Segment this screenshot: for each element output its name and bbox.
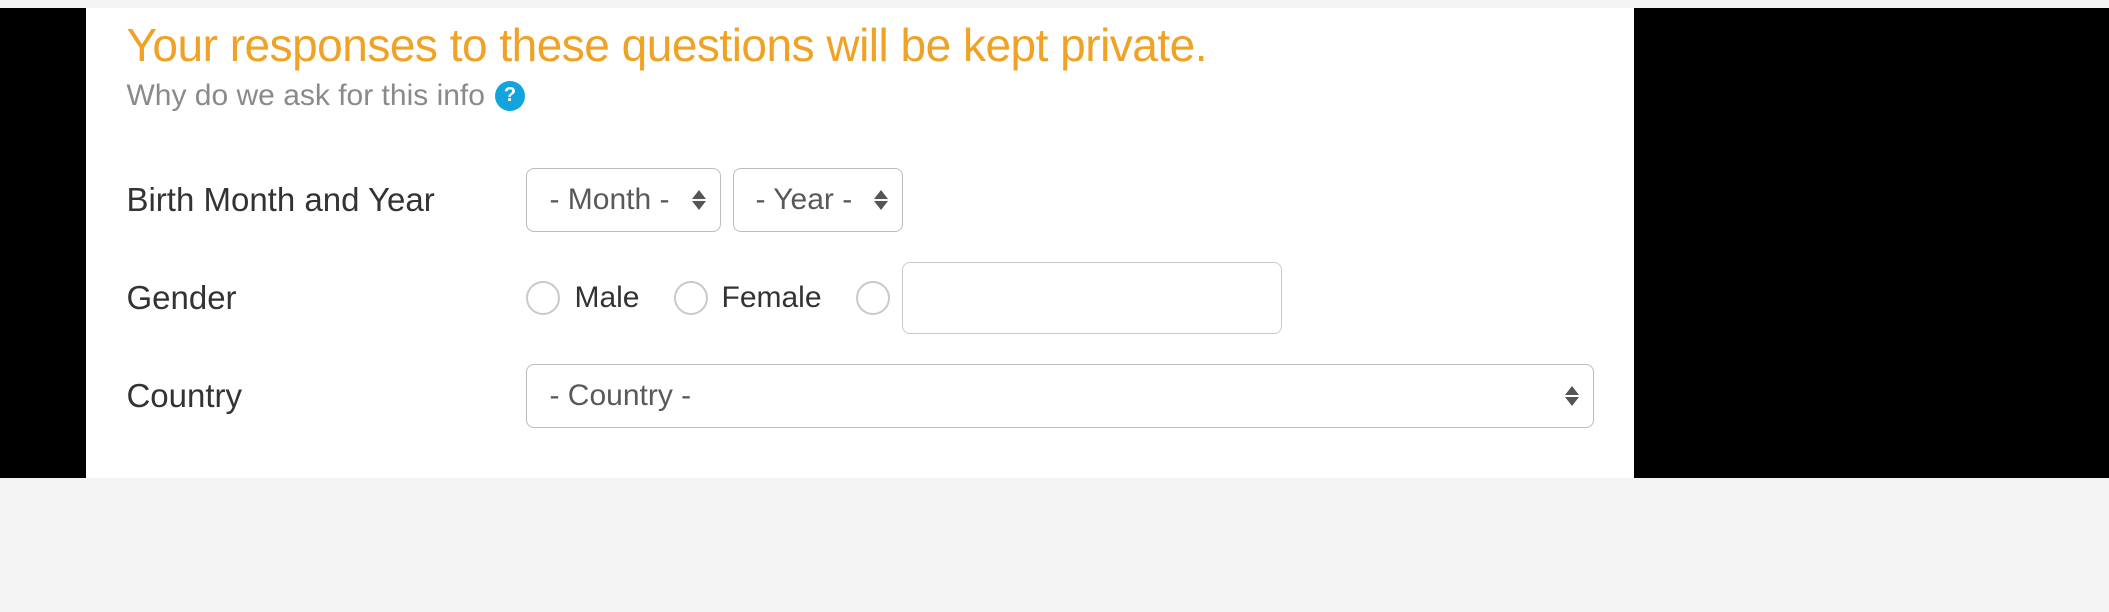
help-icon[interactable]: ? bbox=[495, 81, 525, 111]
birth-year-value: - Year - bbox=[756, 183, 853, 217]
gender-label: Gender bbox=[126, 279, 526, 317]
gender-female-label: Female bbox=[722, 281, 822, 315]
form-panel: Your responses to these questions will b… bbox=[86, 8, 1634, 478]
letterbox-left bbox=[0, 8, 86, 478]
country-label: Country bbox=[126, 377, 526, 415]
stepper-icon bbox=[1565, 386, 1579, 406]
gender-male-radio[interactable] bbox=[526, 281, 560, 315]
birth-year-select[interactable]: - Year - bbox=[733, 168, 904, 232]
birth-month-value: - Month - bbox=[549, 183, 669, 217]
gender-custom-radio[interactable] bbox=[856, 281, 890, 315]
birth-month-select[interactable]: - Month - bbox=[526, 168, 720, 232]
gender-male-label: Male bbox=[574, 281, 639, 315]
gender-female-radio[interactable] bbox=[674, 281, 708, 315]
country-value: - Country - bbox=[549, 379, 691, 413]
letterbox-right bbox=[1634, 8, 2109, 478]
birth-label: Birth Month and Year bbox=[126, 181, 526, 219]
country-select[interactable]: - Country - bbox=[526, 364, 1594, 428]
stepper-icon bbox=[692, 190, 706, 210]
gender-custom-input[interactable] bbox=[902, 262, 1282, 334]
why-info-label: Why do we ask for this info bbox=[126, 79, 484, 113]
stepper-icon bbox=[874, 190, 888, 210]
privacy-heading: Your responses to these questions will b… bbox=[126, 20, 1594, 71]
